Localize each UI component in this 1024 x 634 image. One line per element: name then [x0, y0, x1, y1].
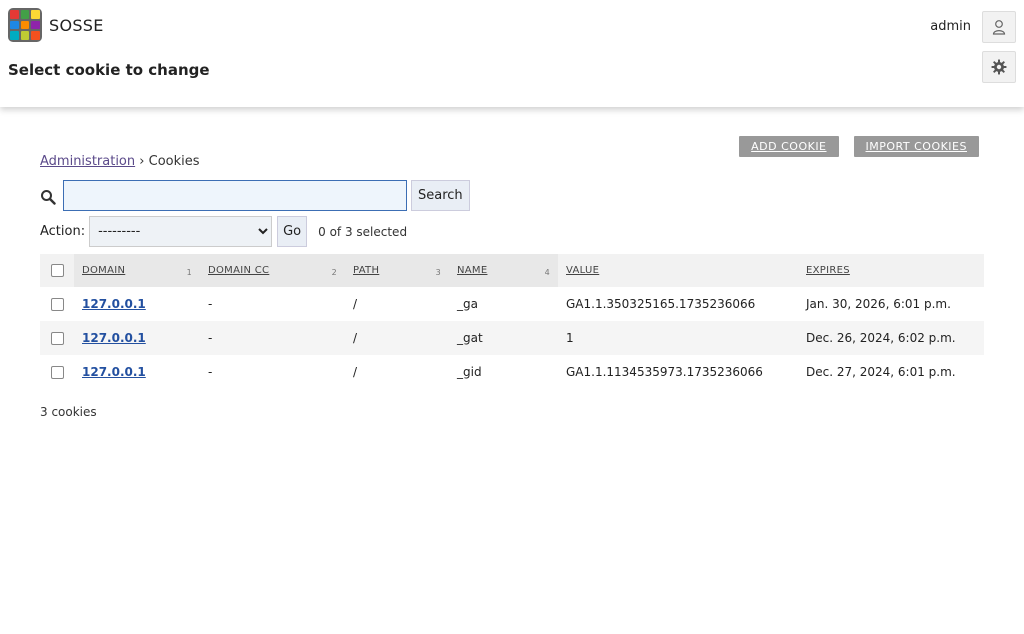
- search-button[interactable]: Search: [411, 180, 470, 211]
- cell-expires: Jan. 30, 2026, 6:01 p.m.: [806, 297, 951, 311]
- cookie-link[interactable]: 127.0.0.1: [82, 331, 146, 345]
- row-checkbox[interactable]: [50, 366, 64, 379]
- table-row: 127.0.0.1 - / _ga GA1.1.350325165.173523…: [40, 287, 984, 321]
- page-title: Select cookie to change: [8, 61, 210, 79]
- selected-count: 0 of 3 selected: [318, 224, 408, 239]
- row-checkbox[interactable]: [50, 332, 64, 345]
- user-menu-button[interactable]: [982, 11, 1016, 43]
- column-header-expires[interactable]: Expires: [798, 254, 984, 287]
- paginator: 3 cookies: [40, 405, 97, 419]
- cell-domain-cc: -: [208, 297, 213, 311]
- column-label[interactable]: Expires: [806, 265, 850, 276]
- cell-path: /: [353, 297, 358, 311]
- column-header-name[interactable]: Name 4: [449, 254, 558, 287]
- object-tools: ADD COOKIE IMPORT COOKIES: [739, 136, 979, 157]
- import-cookies-button[interactable]: IMPORT COOKIES: [853, 136, 979, 157]
- cell-name: _gat: [449, 321, 558, 355]
- cell-domain-cc: -: [208, 365, 213, 379]
- cell-value: GA1.1.1134535973.1735236066: [566, 365, 763, 379]
- results-table: Domain 1 Domain cc 2 Path 3 Name 4 Value…: [40, 254, 984, 389]
- table-header-row: Domain 1 Domain cc 2 Path 3 Name 4 Value…: [40, 254, 984, 287]
- action-select[interactable]: ---------: [89, 216, 273, 247]
- settings-button[interactable]: [982, 51, 1016, 83]
- sosse-logo-icon: [8, 8, 42, 42]
- search-icon: [41, 189, 56, 205]
- cell-name: _ga: [457, 297, 478, 311]
- breadcrumb-current: Cookies: [148, 154, 200, 169]
- cell-domain: 127.0.0.1: [74, 321, 200, 355]
- cell-expires: Dec. 27, 2024, 6:01 p.m.: [806, 365, 956, 379]
- cell-name: _gid: [457, 365, 482, 379]
- brand-name: SOSSE: [49, 15, 104, 35]
- cell-value: 1: [558, 321, 798, 355]
- action-label: Action:: [40, 224, 86, 239]
- go-button[interactable]: Go: [277, 216, 308, 247]
- table-row: 127.0.0.1 - / _gat 1 Dec. 26, 2024, 6:02…: [40, 321, 984, 355]
- row-select-cell: [40, 287, 74, 321]
- column-header-path[interactable]: Path 3: [345, 254, 449, 287]
- column-header-domain-cc[interactable]: Domain cc 2: [200, 254, 345, 287]
- column-header-domain[interactable]: Domain 1: [74, 254, 200, 287]
- header: SOSSE Select cookie to change admin: [0, 0, 1024, 107]
- column-header-value[interactable]: Value: [558, 254, 798, 287]
- cell-path: /: [345, 321, 449, 355]
- column-label[interactable]: Name: [457, 265, 487, 276]
- row-checkbox[interactable]: [50, 298, 64, 311]
- sort-priority: 4: [544, 267, 550, 277]
- actions-bar: Action: --------- Go 0 of 3 selected: [40, 216, 407, 247]
- user-icon: [992, 20, 1006, 35]
- column-label[interactable]: Domain: [82, 265, 125, 276]
- column-label[interactable]: Path: [353, 265, 379, 276]
- gear-icon: [991, 59, 1007, 75]
- sort-priority: 1: [186, 267, 192, 277]
- search-bar: Search: [40, 180, 470, 211]
- cell-domain: 127.0.0.1: [74, 355, 200, 389]
- breadcrumb: Administration › Cookies: [40, 154, 200, 169]
- cookie-link[interactable]: 127.0.0.1: [82, 297, 146, 311]
- select-all-checkbox[interactable]: [50, 264, 64, 277]
- table-row: 127.0.0.1 - / _gid GA1.1.1134535973.1735…: [40, 355, 984, 389]
- cell-value: GA1.1.350325165.1735236066: [566, 297, 756, 311]
- cell-path: /: [353, 365, 358, 379]
- add-cookie-button[interactable]: ADD COOKIE: [739, 136, 839, 157]
- cell-domain-cc: -: [200, 321, 345, 355]
- breadcrumb-administration[interactable]: Administration: [40, 154, 135, 169]
- cookie-link[interactable]: 127.0.0.1: [82, 365, 146, 379]
- breadcrumb-separator: ›: [139, 154, 145, 169]
- row-select-cell: [40, 355, 74, 389]
- column-label[interactable]: Value: [566, 265, 599, 276]
- username: admin: [930, 19, 971, 34]
- select-all-cell: [40, 254, 74, 287]
- sort-priority: 2: [331, 267, 337, 277]
- sort-priority: 3: [435, 267, 441, 277]
- column-label[interactable]: Domain cc: [208, 265, 269, 276]
- search-input[interactable]: [63, 180, 407, 211]
- cell-domain: 127.0.0.1: [74, 287, 200, 321]
- cell-expires: Dec. 26, 2024, 6:02 p.m.: [798, 321, 984, 355]
- row-select-cell: [40, 321, 74, 355]
- brand[interactable]: SOSSE: [8, 8, 104, 42]
